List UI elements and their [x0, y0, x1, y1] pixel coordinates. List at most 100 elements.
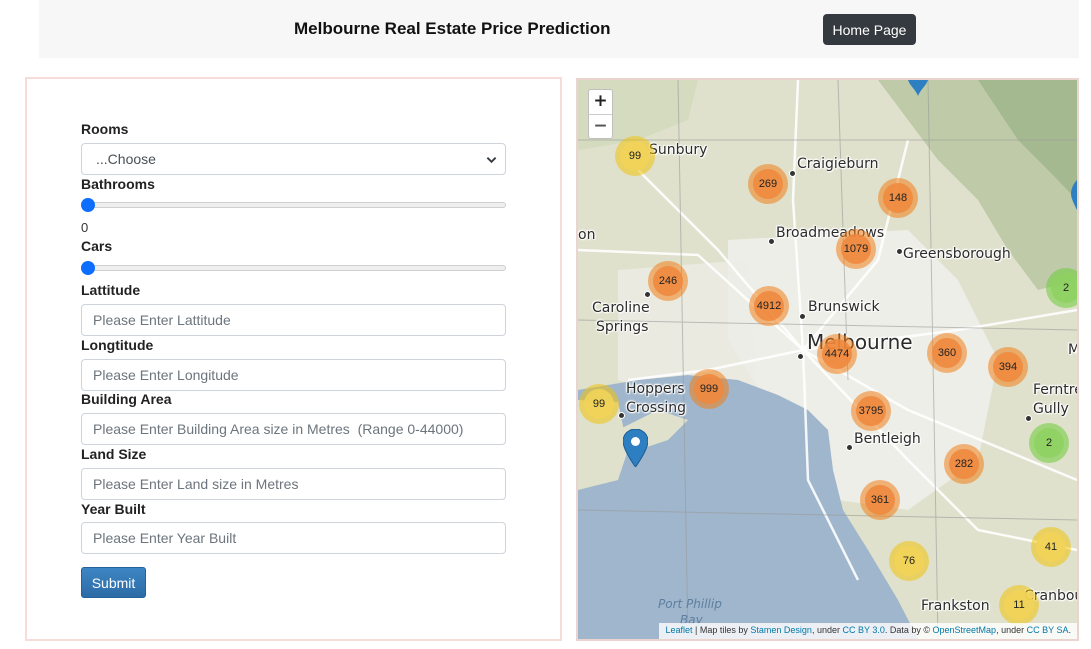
map-pin-icon[interactable] — [623, 429, 648, 467]
cluster-count: 2 — [1034, 428, 1064, 458]
attribution-text: . — [1068, 625, 1071, 635]
slider-thumb[interactable] — [81, 261, 95, 275]
place-label-edge-west: on — [578, 227, 596, 243]
cluster-count: 394 — [993, 352, 1023, 382]
cluster-count: 99 — [620, 141, 650, 171]
attribution-text: , under — [811, 625, 840, 635]
place-label-craigieburn: Craigieburn — [797, 156, 879, 172]
city-dot — [644, 291, 651, 298]
city-dot — [618, 412, 625, 419]
cluster-count: 360 — [932, 338, 962, 368]
marker-cluster[interactable]: 1079 — [836, 229, 876, 269]
marker-cluster[interactable]: 361 — [860, 480, 900, 520]
city-dot — [896, 248, 903, 255]
stamen-link[interactable]: Stamen Design — [750, 625, 812, 635]
attribution-text: . Data by © — [884, 625, 931, 635]
cluster-count: 1079 — [841, 234, 871, 264]
marker-cluster[interactable]: 4474 — [817, 334, 857, 374]
year-built-input[interactable] — [81, 522, 506, 554]
cluster-count: 282 — [949, 449, 979, 479]
cluster-count: 4474 — [822, 339, 852, 369]
building-area-label: Building Area — [81, 391, 172, 407]
city-dot — [846, 444, 853, 451]
place-label-caroline: Caroline — [592, 300, 650, 316]
place-label-hoppers: Hoppers — [626, 381, 685, 397]
marker-cluster[interactable]: 2 — [1046, 268, 1077, 308]
place-label-springs: Springs — [596, 319, 649, 335]
marker-cluster[interactable]: 148 — [878, 178, 918, 218]
marker-cluster[interactable]: 99 — [615, 136, 655, 176]
attribution-text: | Map tiles by — [695, 625, 748, 635]
cc-by-link[interactable]: CC BY 3.0 — [843, 625, 885, 635]
year-built-label: Year Built — [81, 501, 146, 517]
marker-cluster[interactable]: 282 — [944, 444, 984, 484]
cc-by-sa-link[interactable]: CC BY SA — [1027, 625, 1069, 635]
cluster-count: 99 — [584, 389, 614, 419]
cluster-count: 76 — [894, 546, 924, 576]
cluster-count: 148 — [883, 183, 913, 213]
place-label-bentleigh: Bentleigh — [854, 431, 921, 447]
rooms-label: Rooms — [81, 121, 129, 137]
osm-link[interactable]: OpenStreetMap — [933, 625, 997, 635]
cars-slider[interactable] — [81, 260, 506, 276]
marker-cluster[interactable]: 2 — [1029, 423, 1069, 463]
slider-track — [81, 202, 506, 208]
marker-cluster[interactable]: 99 — [579, 384, 619, 424]
prediction-form: Rooms ...Choose Bathrooms 0 Cars Lattitu… — [25, 77, 562, 641]
city-dot — [789, 170, 796, 177]
building-area-input[interactable] — [81, 413, 506, 445]
rooms-select[interactable]: ...Choose — [81, 143, 506, 175]
longitude-input[interactable] — [81, 359, 506, 391]
cluster-count: 269 — [753, 169, 783, 199]
map-pin-icon[interactable] — [908, 80, 928, 96]
cluster-count: 41 — [1036, 532, 1066, 562]
cluster-count: 4912 — [754, 291, 784, 321]
cluster-count: 11 — [1004, 590, 1034, 620]
zoom-in-button[interactable]: + — [589, 90, 612, 114]
bathrooms-label: Bathrooms — [81, 176, 155, 192]
city-dot — [768, 238, 775, 245]
leaflet-link[interactable]: Leaflet — [665, 625, 692, 635]
zoom-out-button[interactable]: − — [589, 114, 612, 138]
map-view[interactable]: + − Sunbury Craigieburn Broadmeadows Gre… — [576, 78, 1079, 641]
marker-cluster[interactable]: 3795 — [851, 391, 891, 431]
marker-cluster[interactable]: 394 — [988, 347, 1028, 387]
place-label-edge-east: M — [1068, 342, 1079, 358]
zoom-control: + − — [588, 89, 613, 139]
marker-cluster[interactable]: 269 — [748, 164, 788, 204]
top-navbar: Melbourne Real Estate Price Prediction H… — [39, 0, 1079, 58]
marker-cluster[interactable]: 11 — [999, 585, 1039, 625]
map-pin-icon[interactable] — [1071, 180, 1077, 210]
slider-track — [81, 265, 506, 271]
bathrooms-value: 0 — [81, 220, 89, 235]
cluster-count: 3795 — [856, 396, 886, 426]
city-dot — [797, 353, 804, 360]
map-attribution: Leaflet | Map tiles by Stamen Design, un… — [659, 623, 1077, 639]
submit-button[interactable]: Submit — [81, 567, 146, 598]
land-size-input[interactable] — [81, 468, 506, 500]
cluster-count: 361 — [865, 485, 895, 515]
place-label-frankston: Frankston — [921, 598, 990, 614]
home-page-button[interactable]: Home Page — [823, 14, 916, 45]
marker-cluster[interactable]: 76 — [889, 541, 929, 581]
cluster-count: 246 — [653, 266, 683, 296]
marker-cluster[interactable]: 999 — [689, 369, 729, 409]
marker-cluster[interactable]: 360 — [927, 333, 967, 373]
place-label-sunbury: Sunbury — [649, 142, 708, 158]
attribution-text: , under — [996, 625, 1025, 635]
marker-cluster[interactable]: 4912 — [749, 286, 789, 326]
slider-thumb[interactable] — [81, 198, 95, 212]
chevron-down-icon — [486, 157, 497, 164]
cluster-count: 999 — [694, 374, 724, 404]
marker-cluster[interactable]: 41 — [1031, 527, 1071, 567]
marker-cluster[interactable]: 246 — [648, 261, 688, 301]
page-title: Melbourne Real Estate Price Prediction — [294, 19, 611, 38]
place-label-ferntree: Ferntre — [1033, 382, 1079, 398]
latitude-input[interactable] — [81, 304, 506, 336]
longitude-label: Longtitude — [81, 337, 154, 353]
cluster-count: 2 — [1051, 273, 1077, 303]
place-label-gully: Gully — [1033, 401, 1069, 417]
city-dot — [1025, 415, 1032, 422]
place-label-greensborough: Greensborough — [903, 246, 1011, 262]
bathrooms-slider[interactable] — [81, 197, 506, 213]
